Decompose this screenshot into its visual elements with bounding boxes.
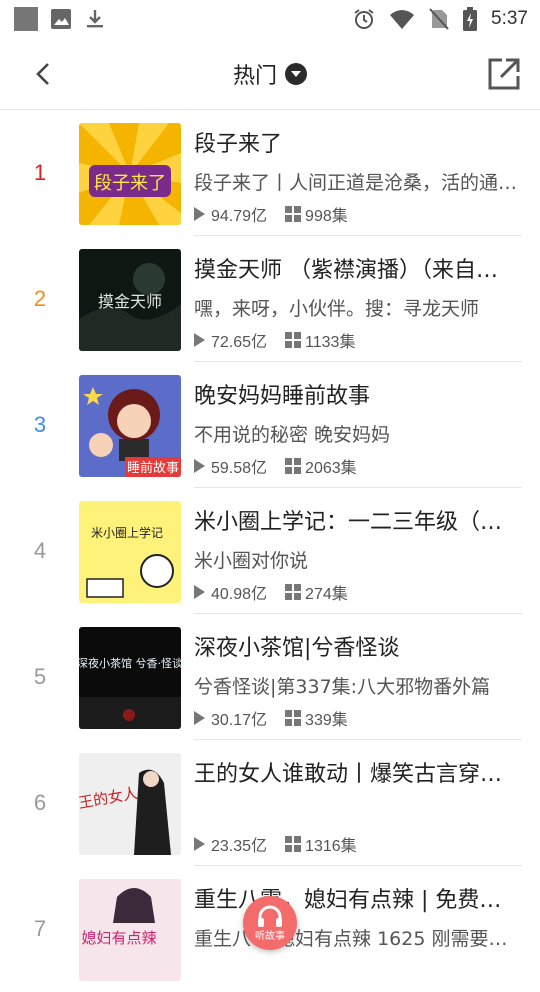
- list-item[interactable]: 5 深夜小茶馆 兮香·怪谈 深夜小茶馆|兮香怪谈 兮香怪谈|第337集:八大邪物…: [0, 614, 540, 740]
- wifi-icon: [390, 10, 415, 29]
- cover-image: 深夜小茶馆 兮香·怪谈: [79, 627, 181, 729]
- episodes-icon: [285, 584, 302, 600]
- item-meta: 30.17亿 339集: [194, 706, 348, 730]
- rank-number: 5: [33, 664, 47, 689]
- play-count-icon: [194, 207, 205, 221]
- item-meta: 23.35亿 1316集: [194, 832, 357, 856]
- rank-number: 7: [33, 916, 47, 941]
- cover-image: 王的女人: [79, 753, 181, 855]
- list-item[interactable]: 6 王的女人 王的女人谁敢动丨爆笑古言穿越剧 23.35亿 1316集: [0, 740, 540, 866]
- episode-count: 274集: [305, 586, 348, 603]
- category-selector[interactable]: 热门: [233, 58, 307, 90]
- caret-down-icon: [285, 62, 307, 85]
- play-count-icon: [194, 333, 205, 347]
- play-count-icon: [194, 585, 205, 599]
- item-desc: 兮香怪谈|第337集:八大邪物番外篇: [194, 676, 491, 698]
- open-external-icon[interactable]: [486, 56, 522, 92]
- cover-text: 媳妇有点辣: [81, 929, 156, 947]
- play-count: 72.65亿: [211, 334, 268, 351]
- item-desc: 米小圈对你说: [194, 550, 309, 572]
- item-desc: 不用说的秘密 晚安妈妈: [194, 424, 391, 446]
- rank-number: 3: [33, 412, 47, 437]
- list-item[interactable]: 3 睡前故事 晚安妈妈睡前故事 不用说的秘密 晚安妈妈 59.58亿 2063集: [0, 362, 540, 488]
- item-title: 深夜小茶馆|兮香怪谈: [194, 636, 400, 661]
- fab-label: 听故事: [255, 930, 285, 942]
- episodes-icon: [285, 458, 302, 474]
- item-info: 段子来了 段子来了丨人间正道是沧桑，活的通透一点 94.79亿 998集: [194, 110, 522, 236]
- back-arrow-icon[interactable]: [30, 60, 58, 88]
- play-count-icon: [194, 837, 205, 851]
- list-item[interactable]: 2 摸金天师 摸金天师 （紫襟演播）（来自寻龙天师） 嘿，来呀，小伙伴。搜：寻龙…: [0, 236, 540, 362]
- status-bar: 5:37: [0, 0, 540, 38]
- item-info: 晚安妈妈睡前故事 不用说的秘密 晚安妈妈 59.58亿 2063集: [194, 362, 522, 488]
- item-title: 摸金天师 （紫襟演播）（来自寻龙天师）: [194, 258, 514, 283]
- item-desc: 段子来了丨人间正道是沧桑，活的通透一点: [194, 172, 522, 194]
- episodes-icon: [285, 710, 302, 726]
- episode-count: 339集: [305, 712, 348, 729]
- cover-image: 睡前故事: [79, 375, 181, 477]
- battery-charging-icon: [463, 7, 478, 31]
- item-info: 米小圈上学记：一二三年级（全集） 米小圈对你说 40.98亿 274集: [194, 488, 522, 614]
- top-bar: 热门: [0, 38, 540, 110]
- play-count: 40.98亿: [211, 586, 268, 603]
- item-info: 深夜小茶馆|兮香怪谈 兮香怪谈|第337集:八大邪物番外篇 30.17亿 339…: [194, 614, 522, 740]
- item-title: 晚安妈妈睡前故事: [194, 384, 371, 409]
- rank-number: 1: [33, 160, 47, 185]
- play-count: 59.58亿: [211, 460, 268, 477]
- item-info: 摸金天师 （紫襟演播）（来自寻龙天师） 嘿，来呀，小伙伴。搜：寻龙天师 72.6…: [194, 236, 522, 362]
- episode-count: 1133集: [305, 334, 356, 351]
- play-count: 30.17亿: [211, 712, 268, 729]
- item-meta: 40.98亿 274集: [194, 580, 348, 604]
- cover-image: 米小圈上学记: [79, 501, 181, 603]
- item-title: 米小圈上学记：一二三年级（全集）: [194, 510, 514, 535]
- cover-image: 媳妇有点辣: [79, 879, 181, 981]
- cover-image: 段子来了: [79, 123, 181, 225]
- list-item[interactable]: 1 段子来了 段子来了 段子来了丨人间正道是沧桑，活的通透一点 94.79亿 9…: [0, 110, 540, 236]
- item-desc: 嘿，来呀，小伙伴。搜：寻龙天师: [194, 298, 480, 320]
- download-icon: [87, 10, 103, 28]
- play-count: 94.79亿: [211, 208, 268, 225]
- rank-number: 2: [33, 286, 47, 311]
- episode-count: 2063集: [305, 460, 357, 477]
- item-title: 王的女人谁敢动丨爆笑古言穿越剧: [194, 762, 514, 787]
- play-count-icon: [194, 459, 205, 473]
- app-square-icon: [14, 7, 38, 31]
- item-info: 王的女人谁敢动丨爆笑古言穿越剧 23.35亿 1316集: [194, 740, 522, 866]
- item-meta: 72.65亿 1133集: [194, 328, 355, 352]
- ranking-list: 1 段子来了 段子来了 段子来了丨人间正道是沧桑，活的通透一点 94.79亿 9…: [0, 110, 540, 992]
- item-title: 段子来了: [194, 132, 283, 157]
- episodes-icon: [285, 206, 302, 222]
- cover-text: 摸金天师: [98, 292, 162, 311]
- item-meta: 59.58亿 2063集: [194, 454, 357, 478]
- item-meta: 94.79亿 998集: [194, 202, 348, 226]
- image-icon: [51, 9, 71, 29]
- alarm-icon: [354, 9, 374, 29]
- headphones-icon: [258, 905, 282, 927]
- no-sim-icon: [429, 8, 449, 30]
- list-item[interactable]: 4 米小圈上学记 米小圈上学记：一二三年级（全集） 米小圈对你说 40.98亿 …: [0, 488, 540, 614]
- rank-number: 4: [33, 538, 47, 563]
- episode-count: 1316集: [305, 838, 357, 855]
- status-time: 5:37: [491, 8, 528, 29]
- page-title: 热门: [232, 63, 277, 89]
- episode-count: 998集: [305, 208, 348, 225]
- play-count-icon: [194, 711, 205, 725]
- cover-text: 深夜小茶馆 兮香·怪谈: [79, 656, 181, 670]
- rank-number: 6: [33, 790, 47, 815]
- cover-image: 摸金天师: [79, 249, 181, 351]
- listen-story-button[interactable]: 听故事: [243, 896, 297, 950]
- cover-text: 睡前故事: [127, 460, 179, 476]
- item-title: 重生八零，媳妇有点辣 | 免费精品: [194, 888, 514, 913]
- play-count: 23.35亿: [211, 838, 268, 855]
- episodes-icon: [285, 836, 302, 852]
- cover-text: 米小圈上学记: [91, 525, 163, 540]
- episodes-icon: [285, 332, 302, 348]
- cover-text: 段子来了: [94, 173, 166, 194]
